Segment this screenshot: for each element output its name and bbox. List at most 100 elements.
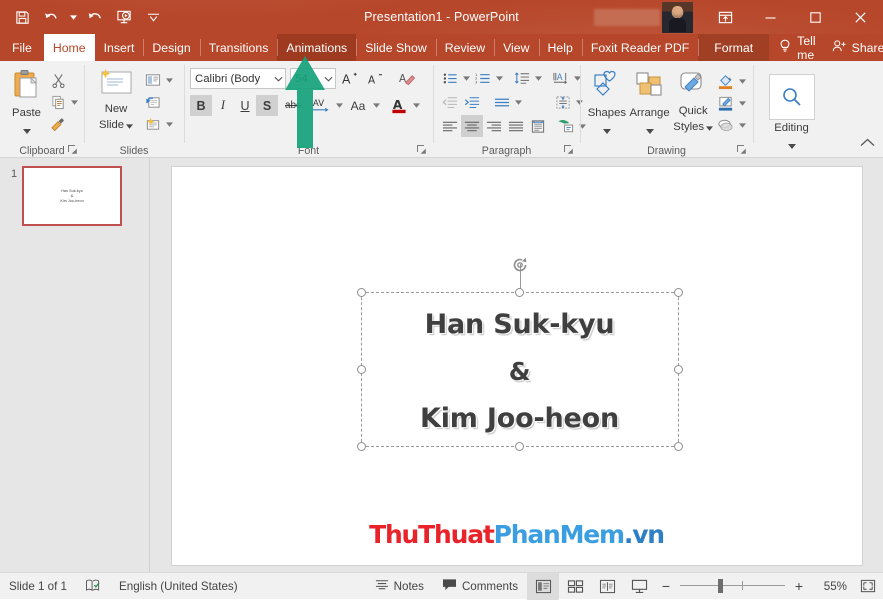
- tab-design[interactable]: Design: [143, 34, 199, 61]
- zoom-slider-thumb[interactable]: [718, 579, 723, 593]
- align-left-button[interactable]: [439, 115, 461, 137]
- text-direction-button[interactable]: A: [550, 67, 572, 89]
- resize-handle-bottom-right[interactable]: [673, 442, 683, 451]
- resize-handle-bottom-left[interactable]: [356, 442, 366, 451]
- tell-me-box[interactable]: Tell me: [769, 34, 825, 62]
- font-name-input[interactable]: Calibri (Body: [190, 68, 286, 89]
- tab-view[interactable]: View: [494, 34, 538, 61]
- chevron-down-icon[interactable]: [737, 122, 748, 128]
- zoom-out-button[interactable]: −: [659, 576, 673, 596]
- resize-handle-top-right[interactable]: [673, 288, 683, 297]
- columns-button[interactable]: [527, 115, 549, 137]
- notes-button[interactable]: Notes: [366, 573, 433, 600]
- share-button[interactable]: Share: [826, 39, 883, 56]
- tab-review[interactable]: Review: [435, 34, 494, 61]
- fit-to-window-button[interactable]: [853, 573, 883, 600]
- clipboard-dialog-launcher-icon[interactable]: [67, 144, 78, 155]
- restore-icon[interactable]: [793, 0, 838, 34]
- cut-button[interactable]: [47, 69, 69, 91]
- quick-styles-button[interactable]: Quick Styles: [671, 68, 715, 136]
- chevron-down-icon[interactable]: [461, 75, 472, 81]
- tab-animations[interactable]: Animations: [277, 34, 357, 61]
- justify-button[interactable]: [505, 115, 527, 137]
- resize-handle-top-left[interactable]: [356, 288, 366, 297]
- change-case-button[interactable]: Aa: [345, 95, 371, 116]
- reset-button[interactable]: [142, 91, 164, 113]
- resize-handle-top-center[interactable]: [514, 288, 524, 297]
- line-spacing-button[interactable]: [511, 67, 533, 89]
- tab-home[interactable]: Home: [43, 34, 95, 61]
- chevron-down-icon[interactable]: [533, 75, 544, 81]
- numbering-button[interactable]: 123: [472, 67, 494, 89]
- chevron-down-icon[interactable]: [737, 78, 748, 84]
- bold-button[interactable]: B: [190, 95, 212, 116]
- decrease-indent-button[interactable]: [439, 91, 461, 113]
- slide-thumbnail-1[interactable]: Han Suk-kyu & Kim Joo-heon: [22, 166, 122, 226]
- customize-quick-access-icon[interactable]: [139, 4, 167, 30]
- save-icon[interactable]: [8, 4, 36, 30]
- tab-insert[interactable]: Insert: [95, 34, 144, 61]
- chevron-down-icon[interactable]: [334, 103, 345, 108]
- avatar[interactable]: [662, 1, 693, 33]
- undo-icon[interactable]: [37, 4, 65, 30]
- language-indicator[interactable]: English (United States): [110, 573, 247, 600]
- chevron-down-icon[interactable]: [494, 75, 505, 81]
- text-shadow-button[interactable]: S: [256, 95, 278, 116]
- text-box-content[interactable]: Han Suk-kyu & Kim Joo-heon: [362, 301, 678, 442]
- undo-dropdown-icon[interactable]: [66, 4, 80, 30]
- chevron-down-icon[interactable]: [787, 136, 796, 154]
- slide-canvas[interactable]: Han Suk-kyu & Kim Joo-heon ThuThuatPhanM…: [170, 166, 863, 566]
- tab-help[interactable]: Help: [538, 34, 582, 61]
- comments-button[interactable]: Comments: [433, 573, 527, 600]
- section-button[interactable]: [142, 113, 164, 135]
- tab-format[interactable]: Format: [698, 34, 770, 61]
- chevron-down-icon[interactable]: [371, 103, 382, 108]
- zoom-value[interactable]: 55%: [813, 580, 847, 593]
- shape-effects-button[interactable]: [715, 114, 737, 136]
- layout-button[interactable]: [142, 69, 164, 91]
- align-center-button[interactable]: [461, 115, 483, 137]
- selected-text-box[interactable]: Han Suk-kyu & Kim Joo-heon: [356, 257, 683, 451]
- tab-transitions[interactable]: Transitions: [199, 34, 278, 61]
- chevron-down-icon[interactable]: [126, 116, 134, 134]
- drawing-dialog-launcher-icon[interactable]: [736, 144, 747, 155]
- tab-foxit-reader-pdf[interactable]: Foxit Reader PDF: [581, 34, 698, 61]
- copy-dropdown-icon[interactable]: [69, 99, 79, 105]
- strikethrough-button[interactable]: abc: [278, 95, 308, 116]
- vertical-align-button[interactable]: [552, 91, 574, 113]
- chevron-down-icon[interactable]: [602, 121, 611, 139]
- shape-fill-button[interactable]: [715, 70, 737, 92]
- chevron-down-icon[interactable]: [164, 77, 174, 83]
- increase-font-size-button[interactable]: A: [338, 68, 362, 89]
- convert-to-smartart-button[interactable]: [555, 115, 577, 137]
- view-slide-sorter-button[interactable]: [559, 573, 591, 600]
- clear-formatting-button[interactable]: A: [394, 68, 420, 89]
- chevron-down-icon[interactable]: [164, 121, 174, 127]
- font-size-input[interactable]: 54: [290, 68, 336, 89]
- editing-button[interactable]: Editing: [766, 72, 818, 154]
- chevron-down-icon[interactable]: [274, 73, 283, 85]
- tab-file[interactable]: File: [0, 34, 44, 61]
- chevron-down-icon[interactable]: [324, 73, 333, 85]
- bullets-button[interactable]: [439, 67, 461, 89]
- format-painter-button[interactable]: [47, 113, 69, 135]
- copy-button[interactable]: [47, 91, 69, 113]
- font-dialog-launcher-icon[interactable]: [416, 144, 427, 155]
- chevron-down-icon[interactable]: [645, 121, 654, 139]
- ribbon-display-options-icon[interactable]: [703, 0, 748, 34]
- character-spacing-button[interactable]: AV: [308, 95, 334, 116]
- view-normal-button[interactable]: [527, 572, 559, 600]
- minimize-icon[interactable]: [748, 0, 793, 34]
- italic-button[interactable]: I: [212, 95, 234, 116]
- paste-button[interactable]: Paste: [6, 66, 47, 139]
- align-text-button[interactable]: [491, 91, 513, 113]
- redo-icon[interactable]: [81, 4, 109, 30]
- font-color-button[interactable]: A: [387, 95, 411, 116]
- increase-indent-button[interactable]: [461, 91, 483, 113]
- view-slideshow-button[interactable]: [623, 573, 655, 600]
- chevron-down-icon[interactable]: [513, 99, 524, 105]
- arrange-button[interactable]: Arrange: [628, 68, 672, 139]
- start-slideshow-icon[interactable]: [110, 4, 138, 30]
- decrease-font-size-button[interactable]: A: [364, 68, 388, 89]
- spellcheck-icon[interactable]: [76, 573, 110, 600]
